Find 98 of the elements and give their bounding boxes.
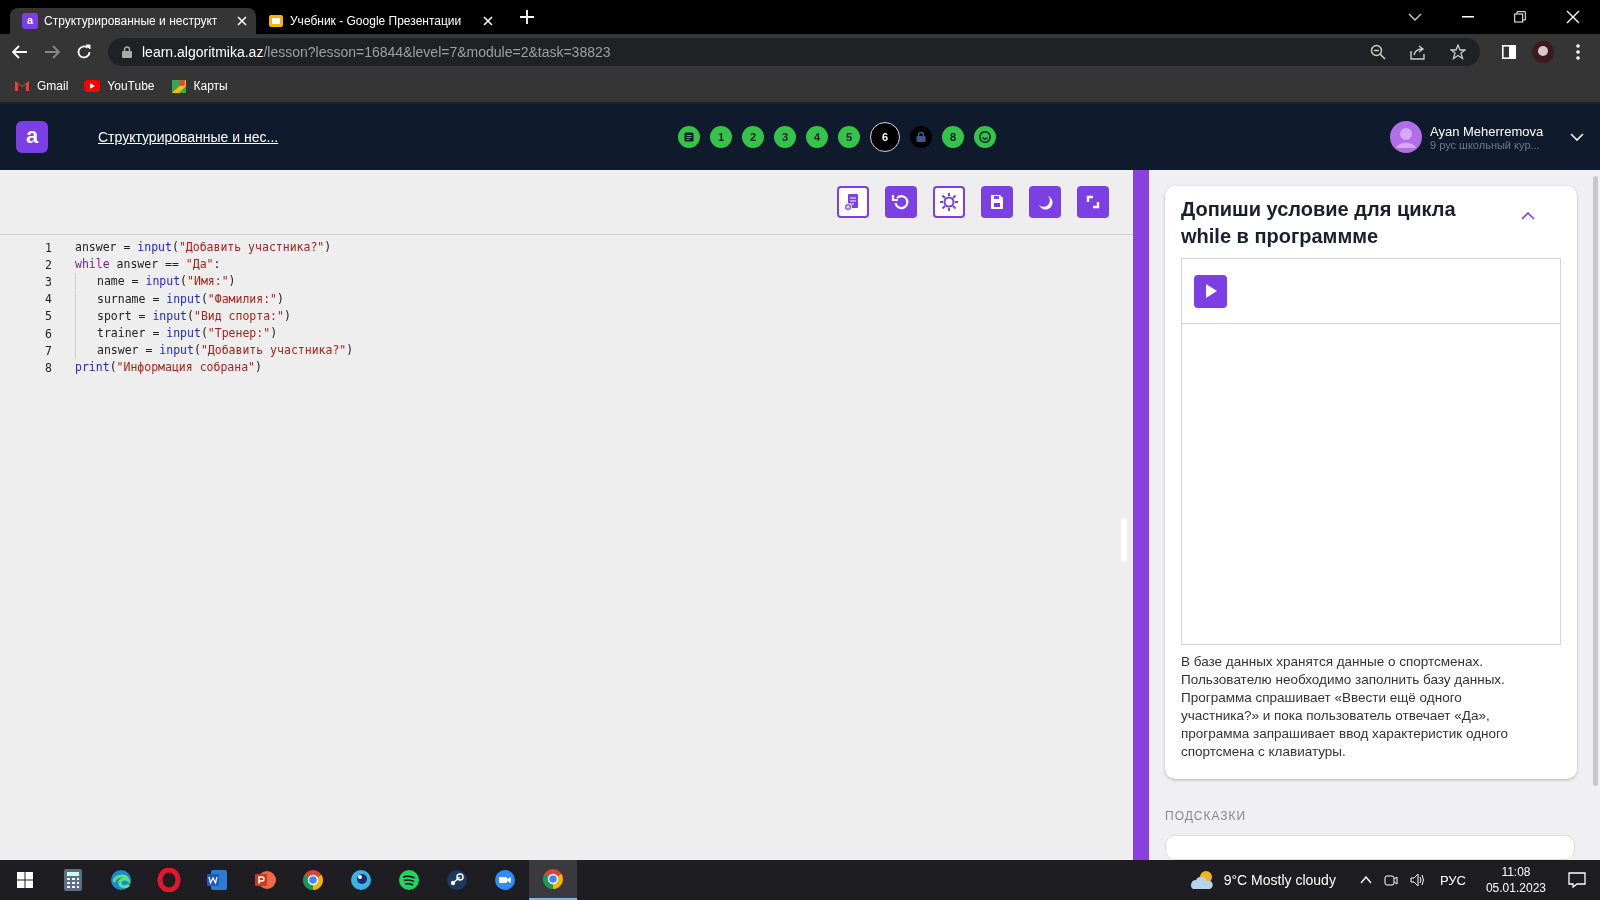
bookmark[interactable]: Gmail: [14, 78, 69, 94]
chrome-icon: [541, 867, 565, 891]
code-line: surname = input("Фамилия:"): [75, 290, 284, 308]
bug-icon: [937, 190, 961, 214]
smiley-icon: [979, 131, 991, 143]
star-icon[interactable]: [1450, 44, 1466, 60]
app-logo[interactable]: a: [16, 121, 48, 153]
browser-tab[interactable]: Учебник - Google Презентации: [256, 8, 502, 34]
new-tab-icon[interactable]: [520, 10, 534, 24]
tab-title: Учебник - Google Презентации: [290, 14, 463, 28]
code-line: print("Информация собрана"): [75, 359, 262, 377]
code-line: name = input("Имя:"): [75, 273, 236, 291]
zoom-out-icon[interactable]: [1370, 44, 1386, 60]
close-icon[interactable]: [1566, 10, 1580, 24]
browser-icon: [109, 868, 133, 892]
tab-title: Структурированные и неструкт: [44, 14, 219, 28]
clock-date: 05.01.2023: [1485, 880, 1546, 896]
reload-icon[interactable]: [76, 44, 92, 60]
cloudy-weather-icon: [1189, 869, 1216, 891]
lesson-step[interactable]: 6: [870, 122, 900, 152]
more-icon[interactable]: [1576, 44, 1580, 60]
code-line: sport = input("Вид спорта:"): [75, 307, 291, 325]
address-bar[interactable]: learn.algoritmika.az/lesson?lesson=16844&level=7&module=2&task=38823: [108, 38, 1480, 66]
add-file-button[interactable]: [837, 186, 869, 218]
bookmark[interactable]: Карты: [170, 78, 228, 94]
lesson-step[interactable]: 8: [942, 126, 964, 148]
undo-button[interactable]: [885, 186, 917, 218]
gamepad-icon: [445, 868, 469, 892]
close-icon[interactable]: [482, 15, 494, 27]
bug-button[interactable]: [933, 186, 965, 218]
lesson-step[interactable]: 5: [838, 126, 860, 148]
clock-time: 11:08: [1501, 864, 1531, 880]
save-button[interactable]: [981, 186, 1013, 218]
avatar-icon[interactable]: [1532, 41, 1554, 63]
language-indicator[interactable]: РУС: [1439, 872, 1466, 888]
course-name: 9 рус школьный кур...: [1430, 138, 1541, 151]
site-logo-icon: a: [22, 13, 38, 29]
share-icon[interactable]: [1410, 44, 1426, 60]
chrome-icon: [301, 868, 325, 892]
play-icon: [1203, 283, 1218, 299]
restore-icon[interactable]: [1514, 11, 1526, 23]
play-icon: [84, 78, 101, 94]
lesson-step[interactable]: 4: [806, 126, 828, 148]
line-number: 2: [44, 257, 52, 272]
line-number: 5: [44, 309, 52, 324]
document-icon: [205, 868, 229, 892]
lesson-title-link[interactable]: Структурированные и нес...: [98, 129, 678, 145]
weather-text[interactable]: 9°C Mostly cloudy: [1223, 872, 1336, 888]
run-button[interactable]: [1194, 274, 1227, 308]
calculator-icon: [61, 868, 85, 892]
scrollbar[interactable]: [1593, 176, 1598, 786]
task-title: Допиши условие для цикла while в программме: [1181, 197, 1457, 249]
notification-icon[interactable]: [1568, 872, 1586, 888]
side-panel-icon[interactable]: [1502, 45, 1516, 59]
code-line: trainer = input("Тренер:"): [75, 325, 278, 343]
task-description: В базе данных хранятся данные о спортсменах. Пользователю необходимо заполнить базу данных. Программа спрашивает «Ввести ещё одного участника?» и пока пользователь отвечает «Да», программа запрашивает ввод характеристик одного спортсмена с клавиатуры.: [1181, 653, 1510, 761]
music-icon: [397, 868, 421, 892]
minimize-icon[interactable]: [1462, 16, 1474, 18]
line-number: 4: [44, 292, 52, 307]
code-line: while answer == "Да":: [75, 256, 221, 274]
expand-button[interactable]: [1077, 186, 1109, 218]
camera-icon: [493, 868, 517, 892]
bubble-icon: [349, 868, 373, 892]
lesson-step[interactable]: [678, 126, 700, 148]
user-avatar-icon[interactable]: [1390, 121, 1422, 153]
camera-icon[interactable]: [1383, 873, 1398, 887]
chrome-app-button[interactable]: [529, 860, 577, 900]
line-number: 7: [44, 343, 52, 358]
lesson-step[interactable]: 1: [710, 126, 732, 148]
notes-icon: [684, 132, 694, 142]
map-icon: [170, 78, 187, 94]
ring-icon: [157, 868, 181, 892]
hints-label: ПОДСКАЗКИ: [1165, 809, 1248, 823]
windows-start-icon[interactable]: [17, 872, 33, 888]
close-icon[interactable]: [236, 15, 248, 27]
line-number: 8: [44, 360, 52, 375]
code-line: answer = input("Добавить участника?"): [75, 342, 354, 360]
lock-icon: [122, 46, 132, 58]
lesson-step[interactable]: [974, 126, 996, 148]
line-number: 6: [44, 326, 52, 341]
user-name: Ayan Meherremova: [1430, 123, 1545, 139]
slides-icon: [268, 13, 284, 29]
moon-button[interactable]: [1029, 186, 1061, 218]
line-number: 3: [44, 274, 52, 289]
volume-icon[interactable]: [1409, 873, 1426, 887]
lesson-step[interactable]: 2: [742, 126, 764, 148]
chevron-down-icon[interactable]: [1408, 13, 1422, 21]
code-line: answer = input("Добавить участника?"): [75, 239, 332, 257]
browser-tab[interactable]: a Структурированные и неструкт: [10, 8, 256, 34]
lesson-step[interactable]: 3: [774, 126, 796, 148]
back-icon[interactable]: [12, 45, 28, 59]
lock-icon: [916, 132, 926, 142]
bookmark[interactable]: YouTube: [84, 78, 155, 94]
url-text: learn.algoritmika.az/lesson?lesson=16844&level=7&module=2&task=38823: [142, 44, 611, 60]
mail-icon: [14, 78, 30, 94]
line-number: 1: [44, 240, 52, 255]
presentation-icon: [253, 868, 277, 892]
forward-icon: [44, 45, 60, 59]
